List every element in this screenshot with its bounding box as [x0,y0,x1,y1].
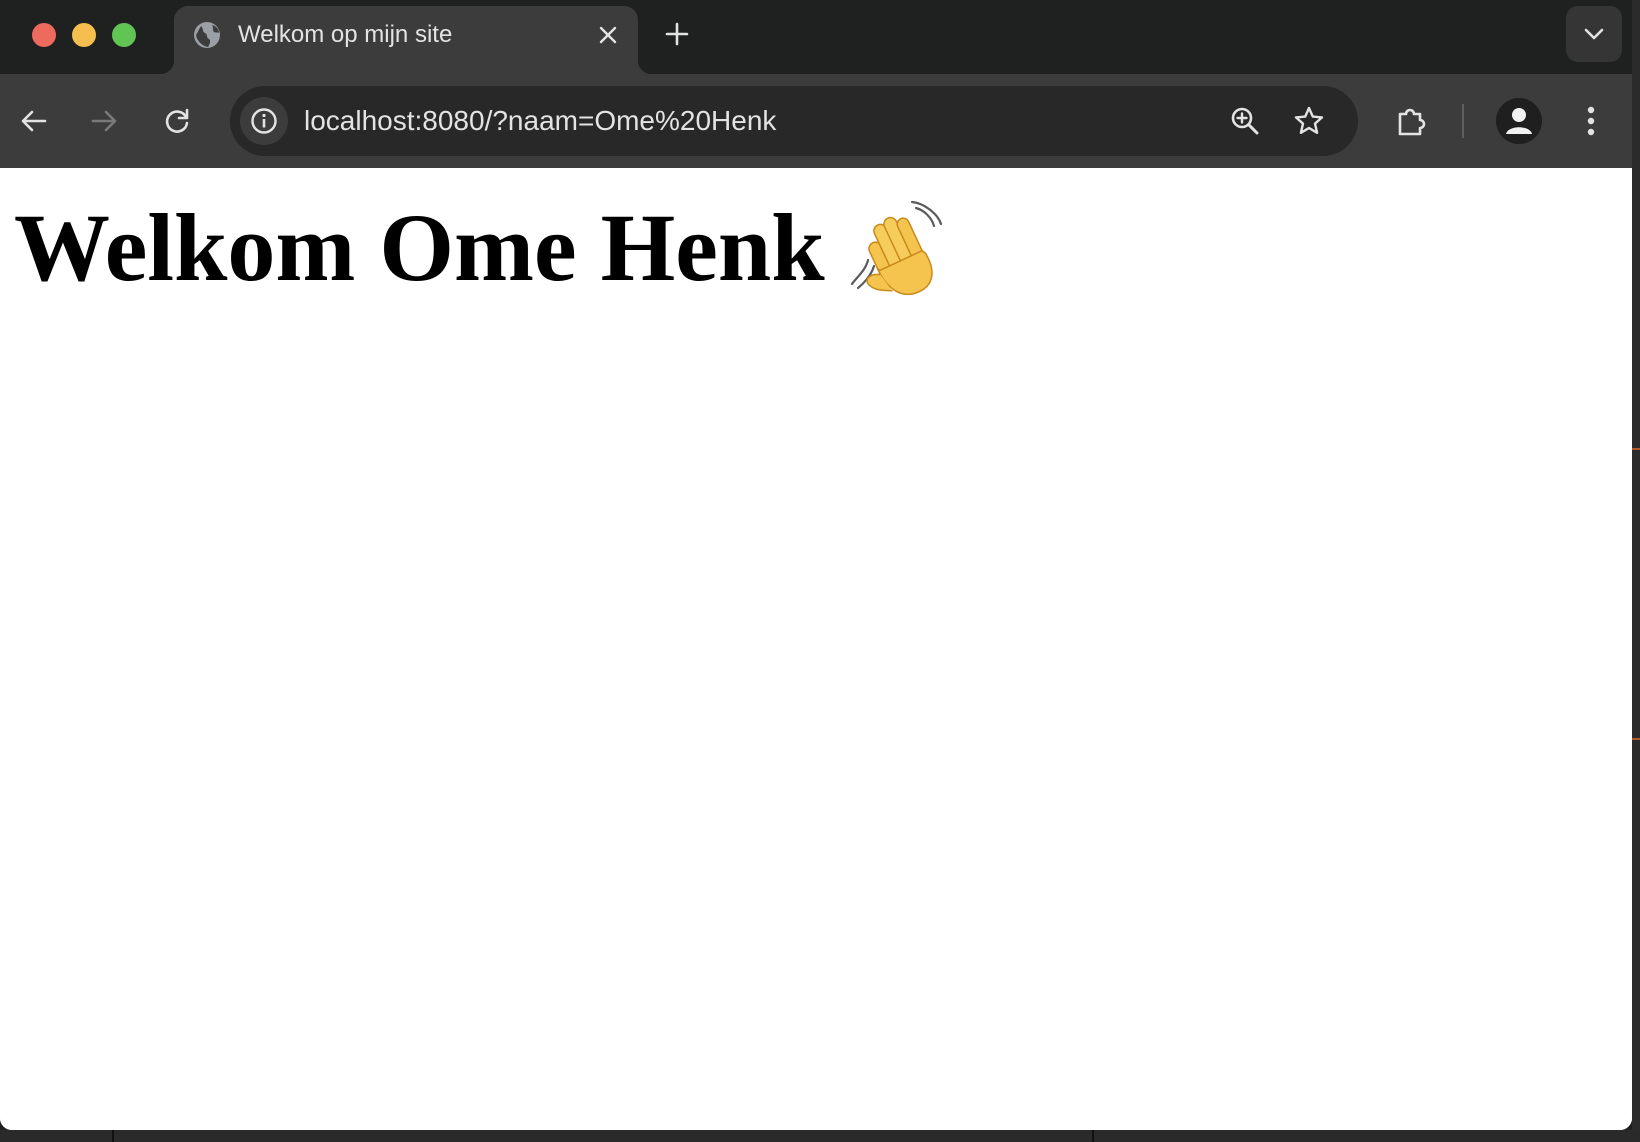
desktop-background-bottom [0,1130,1640,1142]
desktop-background-right [1632,0,1640,1142]
browser-window: Welkom op mijn site localhost:8080/?naam… [0,0,1632,1130]
toolbar: localhost:8080/?naam=Ome%20Henk [0,74,1632,168]
address-bar[interactable]: localhost:8080/?naam=Ome%20Henk [230,86,1358,156]
close-icon[interactable] [592,19,624,51]
forward-arrow-icon[interactable] [79,96,129,146]
minimize-window-button[interactable] [72,23,96,47]
star-icon[interactable] [1288,100,1330,142]
toolbar-divider [1462,104,1464,138]
zoom-in-icon[interactable] [1224,100,1266,142]
zoom-window-button[interactable] [112,23,136,47]
page-content: Welkom Ome Henk [0,168,1632,1130]
reload-icon[interactable] [152,96,202,146]
plus-icon[interactable] [660,17,694,51]
desktop-tick [112,1130,114,1142]
desktop-stripe [1632,448,1640,450]
tab-strip: Welkom op mijn site [0,0,1632,74]
info-icon[interactable] [240,97,288,145]
tab-active[interactable]: Welkom op mijn site [160,6,652,74]
desktop-stripe [1632,738,1640,740]
url-text[interactable]: localhost:8080/?naam=Ome%20Henk [304,104,776,138]
close-window-button[interactable] [32,23,56,47]
chevron-down-icon[interactable] [1566,6,1622,62]
tab-title: Welkom op mijn site [238,21,453,48]
profile-icon[interactable] [1496,98,1542,144]
desktop-tick [1092,1130,1094,1142]
globe-icon [192,20,222,50]
back-arrow-icon[interactable] [9,96,59,146]
puzzle-icon[interactable] [1386,96,1436,146]
page-heading: Welkom Ome Henk [14,194,825,301]
waving-hand-icon [846,200,946,302]
more-vert-icon[interactable] [1566,96,1616,146]
